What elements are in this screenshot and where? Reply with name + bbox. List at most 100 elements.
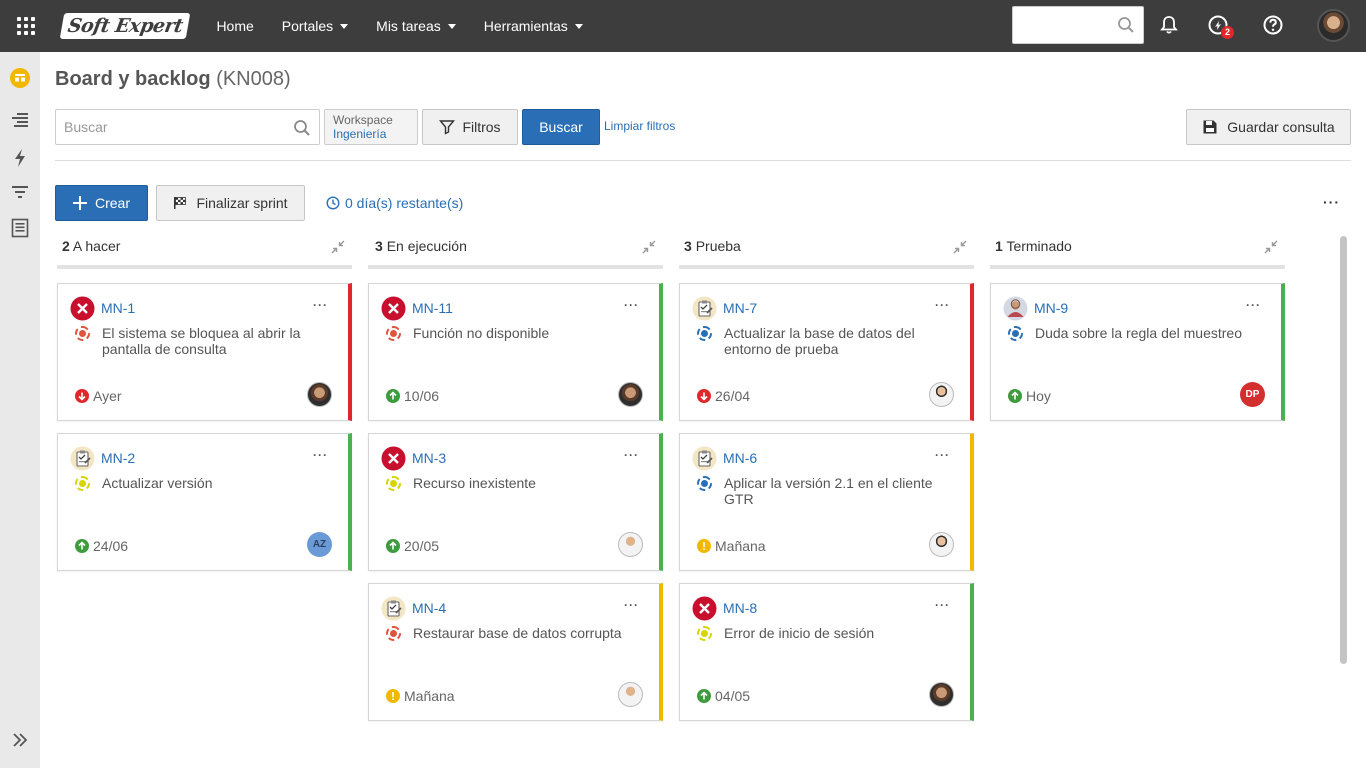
card-menu-icon[interactable]: ··· (935, 448, 950, 462)
card-menu-icon[interactable]: ··· (935, 298, 950, 312)
task-card[interactable]: MN-6 ··· Aplicar la versión 2.1 en el clie… (679, 433, 974, 571)
workspace-selector[interactable]: Workspace Ingeniería (324, 109, 418, 145)
workspace-label: Workspace (333, 113, 393, 127)
card-menu-icon[interactable]: ··· (935, 598, 950, 612)
task-card[interactable]: MN-7 ··· Actualizar la base de datos del e… (679, 283, 974, 421)
bell-icon[interactable] (1156, 12, 1182, 38)
status-icon (697, 626, 712, 641)
priority-down-icon (697, 389, 711, 403)
search-icon[interactable] (1117, 16, 1135, 37)
assignee-avatar[interactable] (307, 382, 332, 407)
question-type-icon (1003, 296, 1028, 321)
card-date: Mañana (386, 688, 455, 704)
card-menu-icon[interactable]: ··· (313, 448, 328, 462)
priority-up-icon (386, 389, 400, 403)
collapse-column-icon[interactable] (953, 240, 967, 257)
assignee-avatar[interactable] (929, 382, 954, 407)
nav-portales[interactable]: Portales (268, 0, 362, 52)
status-icon (386, 476, 401, 491)
filter-icon[interactable] (8, 180, 32, 204)
card-date: 10/06 (386, 388, 439, 404)
filters-button[interactable]: Filtros (422, 109, 518, 145)
column-name: En ejecución (386, 238, 467, 254)
backlog-icon[interactable] (8, 108, 32, 132)
card-menu-icon[interactable]: ··· (624, 298, 639, 312)
search-button[interactable]: Buscar (522, 109, 600, 145)
card-date-text: 20/05 (404, 538, 440, 554)
card-id[interactable]: MN-3 (412, 450, 446, 466)
nav-home[interactable]: Home (202, 0, 267, 52)
help-icon[interactable] (1260, 12, 1286, 38)
collapse-column-icon[interactable] (642, 240, 656, 257)
caret-down-icon (340, 23, 349, 29)
card-menu-icon[interactable]: ··· (624, 448, 639, 462)
card-id[interactable]: MN-2 (101, 450, 135, 466)
column-bar (57, 265, 352, 269)
assignee-avatar[interactable] (618, 382, 643, 407)
card-date: 04/05 (697, 688, 750, 704)
softexpert-logo[interactable]: Soft Expert (59, 13, 191, 39)
assignee-avatar[interactable] (618, 682, 643, 707)
board-icon[interactable] (8, 66, 32, 90)
assignee-initials: DP (1245, 389, 1260, 400)
task-card[interactable]: MN-11 ··· Función no disponible 10/06 (368, 283, 663, 421)
assignee-avatar[interactable]: AZ (307, 532, 332, 557)
card-date-text: Mañana (404, 688, 455, 704)
card-id[interactable]: MN-1 (101, 300, 135, 316)
card-date-text: 26/04 (715, 388, 751, 404)
task-card[interactable]: MN-4 ··· Restaurar base de datos corrupta M… (368, 583, 663, 721)
task-type-icon (692, 296, 717, 321)
global-search-input[interactable] (1013, 7, 1113, 43)
lightning-icon[interactable] (8, 146, 32, 170)
task-type-icon (381, 596, 406, 621)
expand-sidebar-icon[interactable] (8, 728, 32, 752)
assignee-avatar[interactable] (929, 532, 954, 557)
search-icon[interactable] (293, 119, 311, 140)
card-id[interactable]: MN-11 (412, 300, 453, 316)
nav-herramientas[interactable]: Herramientas (470, 0, 597, 52)
document-list-icon[interactable] (8, 216, 32, 240)
finish-sprint-button[interactable]: Finalizar sprint (156, 185, 305, 221)
more-options-icon[interactable]: ··· (1323, 194, 1340, 210)
sprint-remaining[interactable]: 0 día(s) restante(s) (326, 195, 463, 211)
board-scrollbar[interactable] (1340, 236, 1347, 664)
task-card[interactable]: MN-2 ··· Actualizar versión 24/06 AZ (57, 433, 352, 571)
plus-icon (72, 196, 87, 210)
nav-portales-label: Portales (281, 18, 334, 34)
task-card[interactable]: MN-3 ··· Recurso inexistente 20/05 (368, 433, 663, 571)
card-id[interactable]: MN-9 (1034, 300, 1068, 316)
card-title: Restaurar base de datos corrupta (413, 625, 622, 641)
task-card[interactable]: MN-8 ··· Error de inicio de sesión 04/05 (679, 583, 974, 721)
search-button-label: Buscar (539, 119, 583, 135)
create-button[interactable]: Crear (55, 185, 148, 221)
column-count: 1 (995, 238, 1003, 254)
remaining-days-label: 0 día(s) restante(s) (345, 195, 464, 211)
card-menu-icon[interactable]: ··· (313, 298, 328, 312)
card-date-text: Hoy (1026, 388, 1051, 404)
clear-filters-link[interactable]: Limpiar filtros (604, 119, 675, 133)
assignee-avatar[interactable] (929, 682, 954, 707)
collapse-column-icon[interactable] (331, 240, 345, 257)
card-id[interactable]: MN-4 (412, 600, 446, 616)
column-count: 3 (684, 238, 692, 254)
column-count: 3 (375, 238, 383, 254)
board-search-input[interactable] (56, 110, 276, 144)
collapse-column-icon[interactable] (1264, 240, 1278, 257)
card-id[interactable]: MN-7 (723, 300, 757, 316)
card-id[interactable]: MN-6 (723, 450, 757, 466)
assignee-avatar[interactable]: DP (1240, 382, 1265, 407)
apps-grid-icon[interactable] (0, 0, 52, 52)
nav-mis-tareas[interactable]: Mis tareas (362, 0, 470, 52)
tasks-clock-icon[interactable]: 2 (1205, 12, 1234, 39)
caret-down-icon (574, 23, 583, 29)
priority-down-icon (75, 389, 89, 403)
save-query-button[interactable]: Guardar consulta (1186, 109, 1351, 145)
assignee-avatar[interactable] (618, 532, 643, 557)
card-id[interactable]: MN-8 (723, 600, 757, 616)
card-menu-icon[interactable]: ··· (624, 598, 639, 612)
error-type-icon (381, 296, 406, 321)
card-menu-icon[interactable]: ··· (1246, 298, 1261, 312)
user-avatar[interactable] (1317, 9, 1350, 42)
task-card[interactable]: MN-9 ··· Duda sobre la regla del muestreo H… (990, 283, 1285, 421)
task-card[interactable]: MN-1 ··· El sistema se bloquea al abrir la… (57, 283, 352, 421)
